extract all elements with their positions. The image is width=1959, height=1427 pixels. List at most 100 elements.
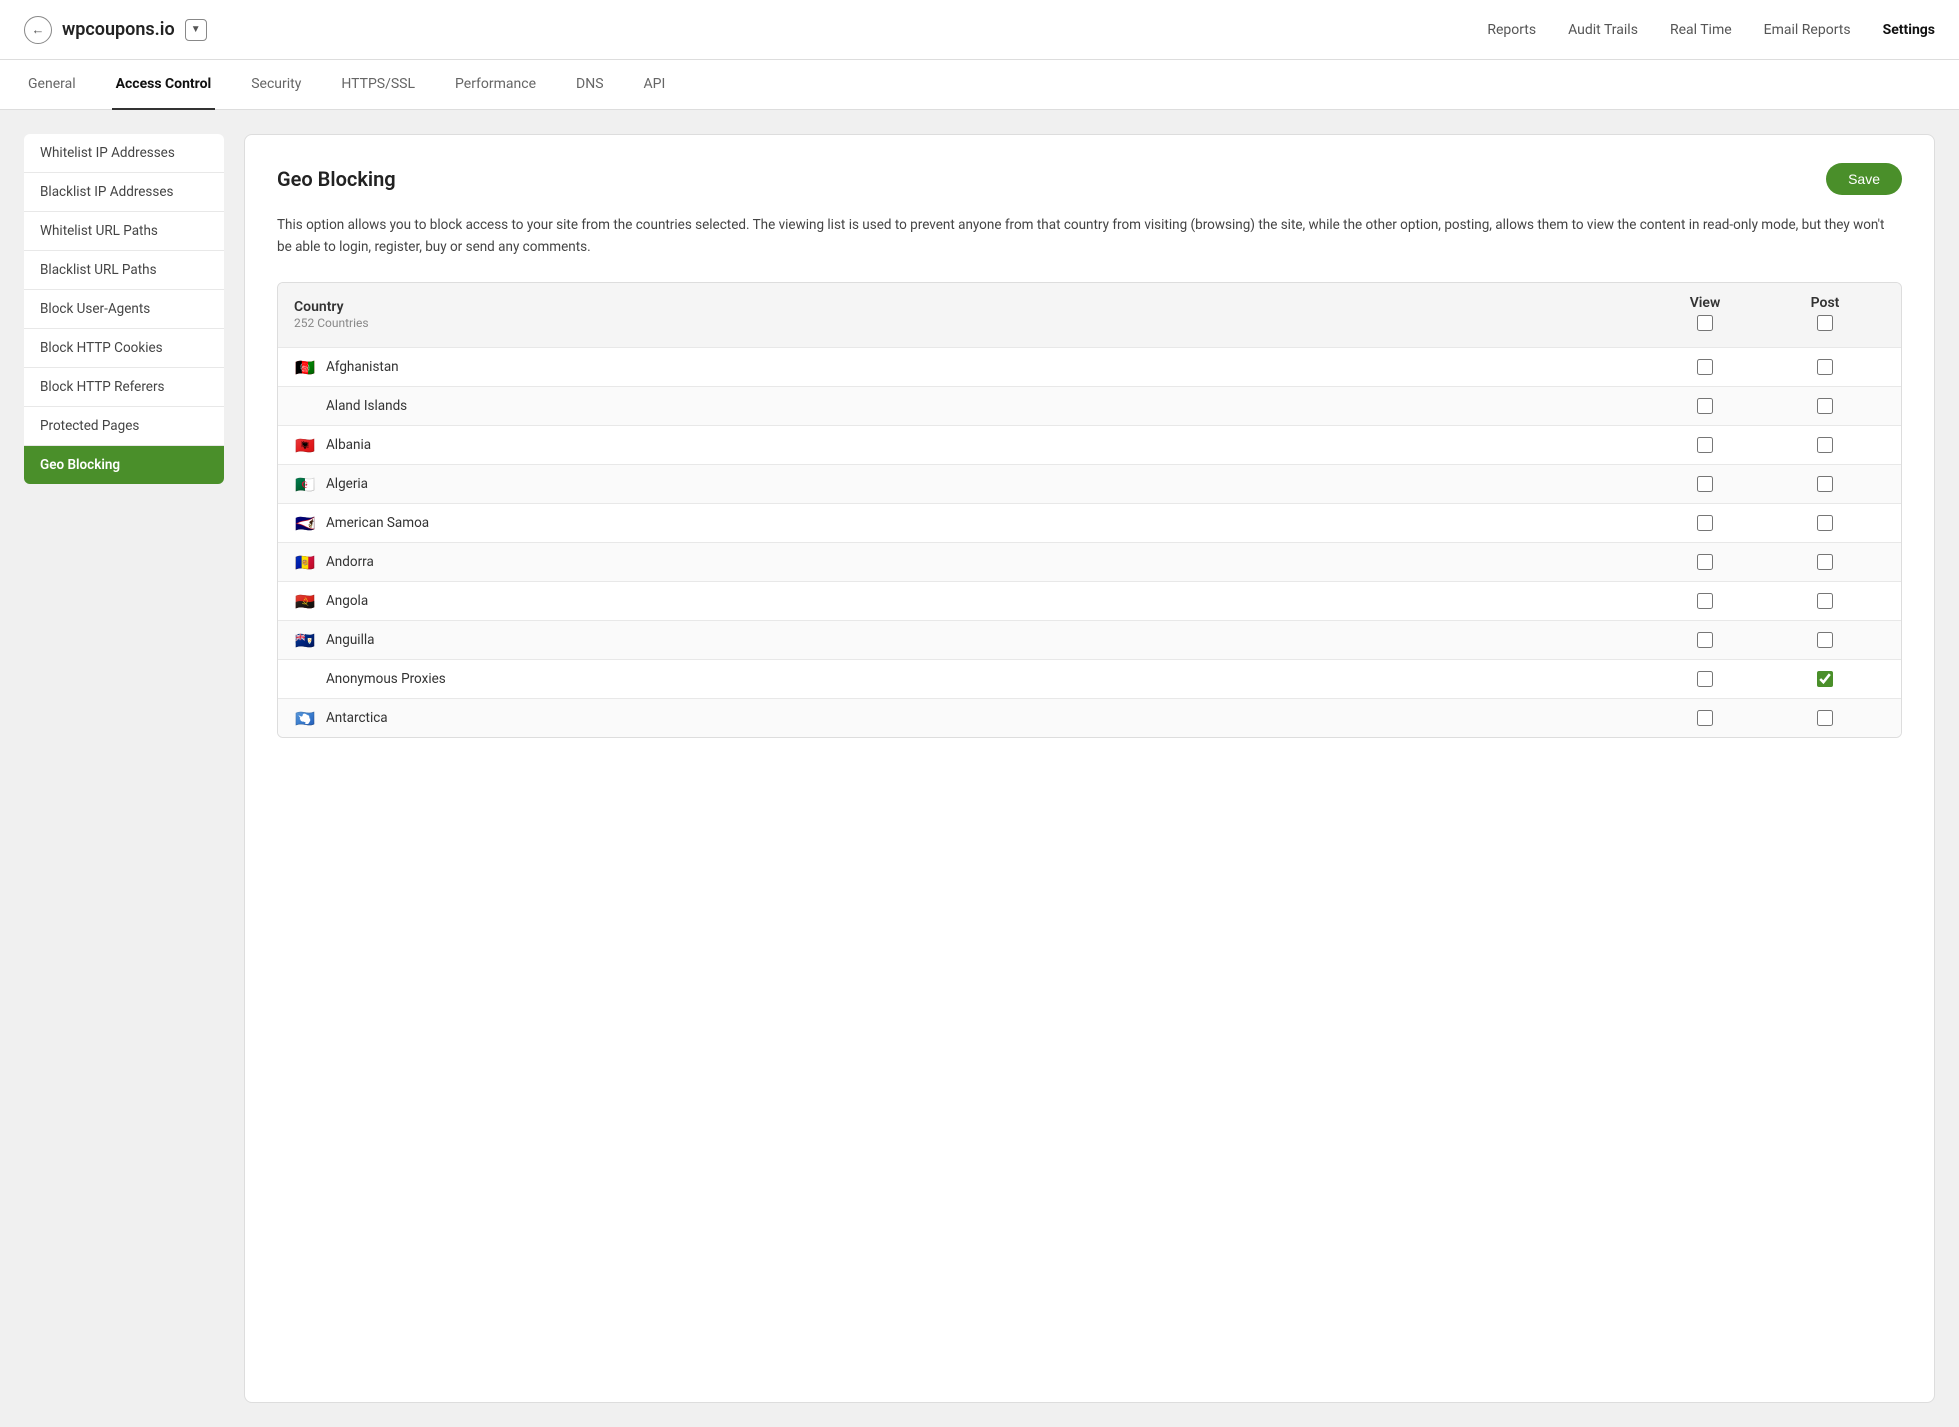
- view-checkbox[interactable]: [1697, 671, 1713, 687]
- post-checkbox-cell[interactable]: [1765, 437, 1885, 453]
- view-checkbox[interactable]: [1697, 632, 1713, 648]
- col-country: Country 252 Countries: [294, 299, 1645, 331]
- post-checkbox-cell[interactable]: [1765, 593, 1885, 609]
- view-checkbox-cell[interactable]: [1645, 476, 1765, 492]
- country-name: 🇦🇫 Afghanistan: [294, 359, 1645, 375]
- table-header-row: Country 252 Countries View Post: [278, 283, 1901, 347]
- sidebar-item-protected-pages[interactable]: Protected Pages: [24, 407, 224, 446]
- site-title: wpcoupons.io: [62, 19, 175, 40]
- sidebar-item-whitelist-url[interactable]: Whitelist URL Paths: [24, 212, 224, 251]
- post-all-checkbox[interactable]: [1817, 315, 1833, 331]
- nav-email-reports[interactable]: Email Reports: [1764, 22, 1851, 38]
- top-nav: ← wpcoupons.io ▼ Reports Audit Trails Re…: [0, 0, 1959, 60]
- post-checkbox[interactable]: [1817, 515, 1833, 531]
- nav-real-time[interactable]: Real Time: [1670, 22, 1732, 38]
- country-rows: 🇦🇫 Afghanistan Aland Islands 🇦🇱 Albania: [278, 347, 1901, 737]
- view-checkbox[interactable]: [1697, 554, 1713, 570]
- table-row: Anonymous Proxies: [278, 659, 1901, 698]
- post-checkbox[interactable]: [1817, 710, 1833, 726]
- table-row: 🇦🇸 American Samoa: [278, 503, 1901, 542]
- country-name: Anonymous Proxies: [294, 671, 1645, 687]
- tab-https-ssl[interactable]: HTTPS/SSL: [337, 60, 419, 110]
- table-row: 🇦🇴 Angola: [278, 581, 1901, 620]
- top-nav-left: ← wpcoupons.io ▼: [24, 16, 1487, 44]
- nav-audit-trails[interactable]: Audit Trails: [1568, 22, 1638, 38]
- sidebar-item-blacklist-ip[interactable]: Blacklist IP Addresses: [24, 173, 224, 212]
- post-checkbox[interactable]: [1817, 398, 1833, 414]
- sidebar-item-block-user-agents[interactable]: Block User-Agents: [24, 290, 224, 329]
- post-checkbox[interactable]: [1817, 593, 1833, 609]
- flag-icon: 🇦🇮: [294, 633, 316, 648]
- table-row: 🇦🇫 Afghanistan: [278, 347, 1901, 386]
- tab-security[interactable]: Security: [247, 60, 305, 110]
- post-checkbox[interactable]: [1817, 671, 1833, 687]
- table-row: 🇦🇶 Antarctica: [278, 698, 1901, 737]
- country-table: Country 252 Countries View Post 🇦🇫 Afgha…: [277, 282, 1902, 738]
- sidebar-item-block-http-referers[interactable]: Block HTTP Referers: [24, 368, 224, 407]
- table-row: 🇩🇿 Algeria: [278, 464, 1901, 503]
- country-name: 🇦🇴 Angola: [294, 593, 1645, 609]
- flag-icon: 🇦🇩: [294, 555, 316, 570]
- post-checkbox[interactable]: [1817, 437, 1833, 453]
- flag-icon: 🇦🇱: [294, 438, 316, 453]
- tab-api[interactable]: API: [640, 60, 670, 110]
- sidebar-item-blacklist-url[interactable]: Blacklist URL Paths: [24, 251, 224, 290]
- view-checkbox-cell[interactable]: [1645, 398, 1765, 414]
- table-row: 🇦🇱 Albania: [278, 425, 1901, 464]
- col-post-header: Post: [1765, 295, 1885, 335]
- view-checkbox-cell[interactable]: [1645, 671, 1765, 687]
- post-checkbox-cell[interactable]: [1765, 710, 1885, 726]
- post-checkbox-cell[interactable]: [1765, 476, 1885, 492]
- post-checkbox-cell[interactable]: [1765, 671, 1885, 687]
- country-name: 🇦🇸 American Samoa: [294, 515, 1645, 531]
- country-count: 252 Countries: [294, 316, 369, 330]
- sidebar: Whitelist IP Addresses Blacklist IP Addr…: [24, 134, 224, 1403]
- table-row: 🇦🇩 Andorra: [278, 542, 1901, 581]
- view-checkbox[interactable]: [1697, 398, 1713, 414]
- sidebar-item-whitelist-ip[interactable]: Whitelist IP Addresses: [24, 134, 224, 173]
- flag-icon: 🇦🇴: [294, 594, 316, 609]
- view-checkbox[interactable]: [1697, 359, 1713, 375]
- tab-performance[interactable]: Performance: [451, 60, 540, 110]
- post-checkbox[interactable]: [1817, 359, 1833, 375]
- table-row: 🇦🇮 Anguilla: [278, 620, 1901, 659]
- post-checkbox[interactable]: [1817, 632, 1833, 648]
- nav-reports[interactable]: Reports: [1487, 22, 1536, 38]
- post-checkbox-cell[interactable]: [1765, 515, 1885, 531]
- view-checkbox[interactable]: [1697, 515, 1713, 531]
- country-name: 🇦🇶 Antarctica: [294, 710, 1645, 726]
- save-button[interactable]: Save: [1826, 163, 1902, 195]
- view-checkbox[interactable]: [1697, 710, 1713, 726]
- view-checkbox[interactable]: [1697, 476, 1713, 492]
- tab-dns[interactable]: DNS: [572, 60, 608, 110]
- page-title: Geo Blocking: [277, 167, 396, 191]
- post-checkbox-cell[interactable]: [1765, 554, 1885, 570]
- flag-icon: 🇦🇸: [294, 516, 316, 531]
- tab-access-control[interactable]: Access Control: [112, 60, 216, 110]
- tab-general[interactable]: General: [24, 60, 80, 110]
- post-checkbox[interactable]: [1817, 554, 1833, 570]
- view-checkbox-cell[interactable]: [1645, 710, 1765, 726]
- sidebar-item-geo-blocking[interactable]: Geo Blocking: [24, 446, 224, 484]
- flag-icon: 🇦🇶: [294, 711, 316, 726]
- post-checkbox-cell[interactable]: [1765, 398, 1885, 414]
- view-checkbox[interactable]: [1697, 437, 1713, 453]
- post-checkbox-cell[interactable]: [1765, 359, 1885, 375]
- back-button[interactable]: ←: [24, 16, 52, 44]
- site-dropdown-button[interactable]: ▼: [185, 19, 207, 41]
- view-checkbox-cell[interactable]: [1645, 593, 1765, 609]
- view-checkbox[interactable]: [1697, 593, 1713, 609]
- view-checkbox-cell[interactable]: [1645, 359, 1765, 375]
- post-checkbox-cell[interactable]: [1765, 632, 1885, 648]
- post-checkbox[interactable]: [1817, 476, 1833, 492]
- view-checkbox-cell[interactable]: [1645, 632, 1765, 648]
- view-checkbox-cell[interactable]: [1645, 554, 1765, 570]
- view-checkbox-cell[interactable]: [1645, 515, 1765, 531]
- country-name: 🇩🇿 Algeria: [294, 476, 1645, 492]
- view-all-checkbox[interactable]: [1697, 315, 1713, 331]
- content-header: Geo Blocking Save: [277, 163, 1902, 195]
- view-checkbox-cell[interactable]: [1645, 437, 1765, 453]
- sidebar-item-block-http-cookies[interactable]: Block HTTP Cookies: [24, 329, 224, 368]
- sub-nav: General Access Control Security HTTPS/SS…: [0, 60, 1959, 110]
- nav-settings[interactable]: Settings: [1883, 22, 1935, 38]
